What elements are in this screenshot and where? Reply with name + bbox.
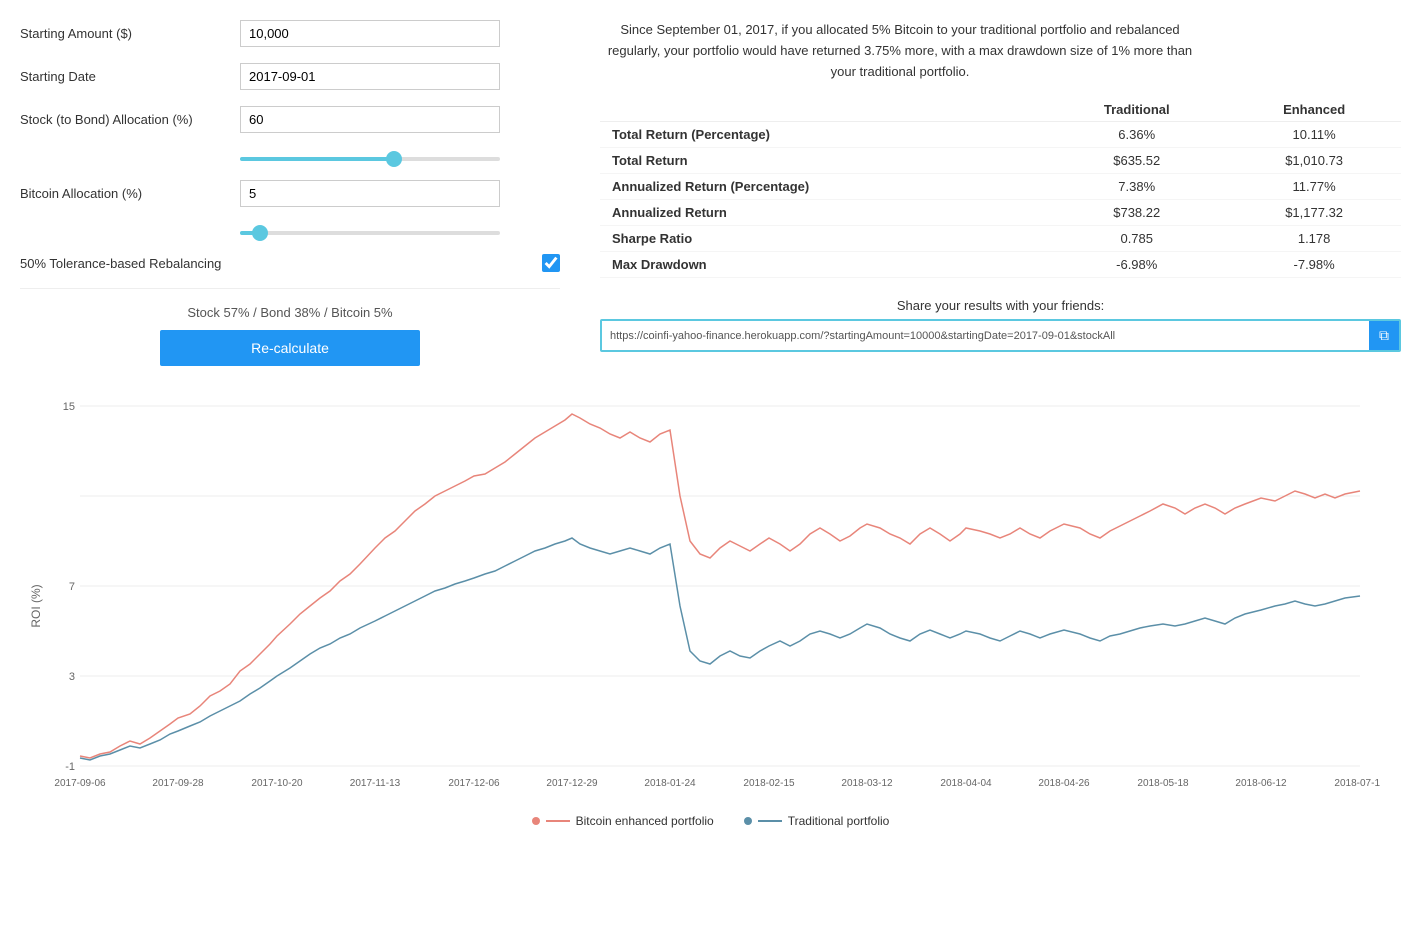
row-label: Annualized Return (Percentage)	[600, 174, 1046, 200]
right-panel: Since September 01, 2017, if you allocat…	[600, 20, 1401, 366]
legend-trad: Traditional portfolio	[744, 814, 890, 828]
rebalancing-label: 50% Tolerance-based Rebalancing	[20, 256, 542, 271]
starting-date-row: Starting Date	[20, 63, 560, 90]
bitcoin-allocation-label: Bitcoin Allocation (%)	[20, 186, 240, 201]
stock-allocation-input[interactable]	[240, 106, 500, 133]
row-label: Total Return (Percentage)	[600, 122, 1046, 148]
bitcoin-allocation-row: Bitcoin Allocation (%)	[20, 180, 560, 207]
svg-text:2017-11-13: 2017-11-13	[350, 778, 401, 789]
row-label: Total Return	[600, 148, 1046, 174]
svg-text:15: 15	[63, 401, 75, 413]
table-row: Total Return $635.52 $1,010.73	[600, 148, 1401, 174]
row-label: Annualized Return	[600, 200, 1046, 226]
stock-allocation-row: Stock (to Bond) Allocation (%)	[20, 106, 560, 133]
row-enhanced: $1,010.73	[1227, 148, 1401, 174]
btc-legend-line	[546, 820, 570, 822]
row-enhanced: 11.77%	[1227, 174, 1401, 200]
svg-text:2018-07-13: 2018-07-13	[1334, 778, 1380, 789]
svg-text:2018-02-15: 2018-02-15	[743, 778, 795, 789]
row-enhanced: $1,177.32	[1227, 200, 1401, 226]
row-label: Sharpe Ratio	[600, 226, 1046, 252]
rebalancing-row: 50% Tolerance-based Rebalancing	[20, 254, 560, 289]
bitcoin-allocation-input[interactable]	[240, 180, 500, 207]
svg-text:2017-12-29: 2017-12-29	[546, 778, 598, 789]
trad-legend-line	[758, 820, 782, 822]
starting-amount-input[interactable]	[240, 20, 500, 47]
svg-text:3: 3	[69, 671, 75, 683]
summary-text: Since September 01, 2017, if you allocat…	[600, 20, 1200, 82]
share-url-input[interactable]	[602, 324, 1369, 348]
svg-text:2017-09-06: 2017-09-06	[54, 778, 106, 789]
svg-text:2018-06-12: 2018-06-12	[1235, 778, 1287, 789]
starting-amount-label: Starting Amount ($)	[20, 26, 240, 41]
stock-slider-row	[20, 149, 560, 164]
rebalancing-checkbox[interactable]	[542, 254, 560, 272]
row-enhanced: 1.178	[1227, 226, 1401, 252]
svg-text:2018-04-04: 2018-04-04	[940, 778, 992, 789]
btc-legend-dot	[532, 817, 540, 825]
share-label: Share your results with your friends:	[600, 298, 1401, 313]
starting-date-label: Starting Date	[20, 69, 240, 84]
trad-legend-dot	[744, 817, 752, 825]
stock-allocation-slider[interactable]	[240, 157, 500, 161]
traditional-portfolio-line	[80, 538, 1360, 760]
allocation-summary: Stock 57% / Bond 38% / Bitcoin 5%	[20, 305, 560, 320]
row-enhanced: 10.11%	[1227, 122, 1401, 148]
row-traditional: $635.52	[1046, 148, 1227, 174]
row-traditional: $738.22	[1046, 200, 1227, 226]
svg-text:2018-05-18: 2018-05-18	[1137, 778, 1189, 789]
chart-svg: ROI (%) 15 7 3 -1 2017-09-06 2017-09-28 …	[20, 386, 1380, 806]
starting-date-input[interactable]	[240, 63, 500, 90]
col-traditional: Traditional	[1046, 98, 1227, 122]
share-input-row: ⧉	[600, 319, 1401, 352]
svg-text:2017-09-28: 2017-09-28	[152, 778, 204, 789]
results-table: Traditional Enhanced Total Return (Perce…	[600, 98, 1401, 278]
col-enhanced: Enhanced	[1227, 98, 1401, 122]
table-row: Annualized Return $738.22 $1,177.32	[600, 200, 1401, 226]
row-label: Max Drawdown	[600, 252, 1046, 278]
col-empty	[600, 98, 1046, 122]
recalculate-button[interactable]: Re-calculate	[160, 330, 420, 366]
stock-allocation-label: Stock (to Bond) Allocation (%)	[20, 112, 240, 127]
svg-text:2018-03-12: 2018-03-12	[841, 778, 893, 789]
row-traditional: 7.38%	[1046, 174, 1227, 200]
starting-amount-row: Starting Amount ($)	[20, 20, 560, 47]
svg-text:2018-01-24: 2018-01-24	[644, 778, 696, 789]
svg-text:7: 7	[69, 581, 75, 593]
copy-button[interactable]: ⧉	[1369, 321, 1399, 350]
svg-text:2018-04-26: 2018-04-26	[1038, 778, 1090, 789]
row-traditional: 0.785	[1046, 226, 1227, 252]
table-row: Sharpe Ratio 0.785 1.178	[600, 226, 1401, 252]
row-traditional: 6.36%	[1046, 122, 1227, 148]
svg-text:2017-10-20: 2017-10-20	[251, 778, 303, 789]
svg-text:ROI (%): ROI (%)	[29, 584, 43, 627]
table-row: Max Drawdown -6.98% -7.98%	[600, 252, 1401, 278]
table-row: Annualized Return (Percentage) 7.38% 11.…	[600, 174, 1401, 200]
trad-legend-label: Traditional portfolio	[788, 814, 890, 828]
table-row: Total Return (Percentage) 6.36% 10.11%	[600, 122, 1401, 148]
chart-area: ROI (%) 15 7 3 -1 2017-09-06 2017-09-28 …	[20, 386, 1401, 828]
bitcoin-slider-row	[20, 223, 560, 238]
svg-text:2017-12-06: 2017-12-06	[448, 778, 500, 789]
btc-legend-label: Bitcoin enhanced portfolio	[576, 814, 714, 828]
legend-btc: Bitcoin enhanced portfolio	[532, 814, 714, 828]
svg-text:-1: -1	[65, 761, 75, 773]
bitcoin-allocation-slider[interactable]	[240, 231, 500, 235]
row-enhanced: -7.98%	[1227, 252, 1401, 278]
share-section: Share your results with your friends: ⧉	[600, 298, 1401, 352]
left-panel: Starting Amount ($) Starting Date Stock …	[20, 20, 560, 366]
row-traditional: -6.98%	[1046, 252, 1227, 278]
chart-legend: Bitcoin enhanced portfolio Traditional p…	[20, 814, 1401, 828]
